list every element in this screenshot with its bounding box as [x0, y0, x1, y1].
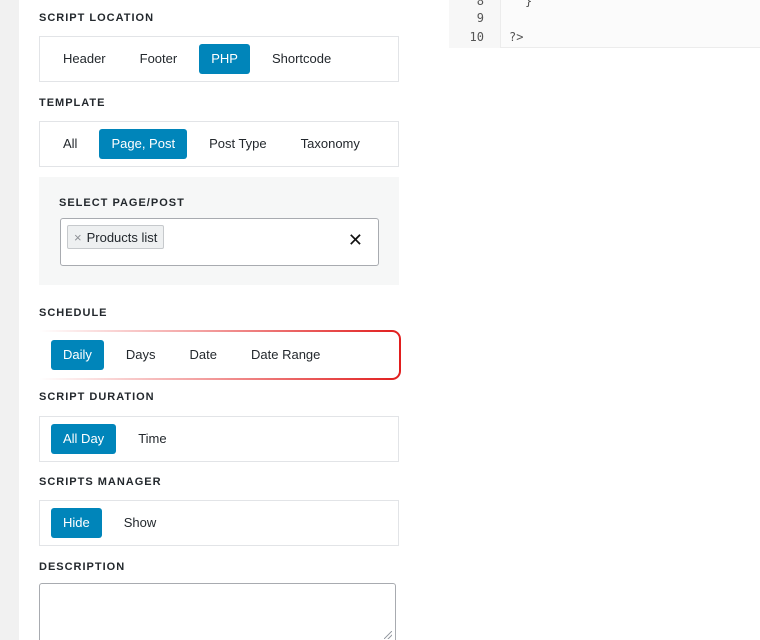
- line-number: 10: [469, 30, 484, 44]
- script-location-php-button[interactable]: PHP: [199, 44, 250, 74]
- schedule-highlight: Daily Days Date Date Range: [39, 330, 401, 380]
- duration-time-button[interactable]: Time: [126, 424, 178, 454]
- scripts-manager-group: Hide Show: [39, 500, 399, 546]
- remove-chip-icon[interactable]: ×: [74, 231, 82, 244]
- line-number: 8: [476, 0, 484, 8]
- schedule-days-button[interactable]: Days: [114, 340, 168, 370]
- template-taxonomy-button[interactable]: Taxonomy: [289, 129, 372, 159]
- scripts-manager-label: SCRIPTS MANAGER: [39, 476, 162, 488]
- clear-selection-icon[interactable]: ✕: [348, 231, 363, 249]
- line-number-gutter: 8 9 10: [449, 0, 501, 48]
- template-group: All Page, Post Post Type Taxonomy: [39, 121, 399, 167]
- admin-sidebar-edge: [0, 0, 19, 640]
- schedule-label: SCHEDULE: [39, 307, 108, 319]
- schedule-group: Daily Days Date Date Range: [39, 332, 399, 378]
- script-location-label: SCRIPT LOCATION: [39, 12, 155, 24]
- schedule-date-button[interactable]: Date: [178, 340, 229, 370]
- line-number: 9: [476, 11, 484, 25]
- code-line: }: [525, 0, 533, 8]
- code-editor[interactable]: 8 9 10 } ?>: [449, 0, 760, 48]
- script-location-group: Header Footer PHP Shortcode: [39, 36, 399, 82]
- script-duration-group: All Day Time: [39, 416, 399, 462]
- select-page-post-section: SELECT PAGE/POST × Products list ✕: [39, 177, 399, 285]
- select-page-post-label: SELECT PAGE/POST: [59, 197, 185, 209]
- template-all-button[interactable]: All: [51, 129, 89, 159]
- template-page-post-button[interactable]: Page, Post: [99, 129, 188, 159]
- manager-hide-button[interactable]: Hide: [51, 508, 102, 538]
- description-textarea[interactable]: [39, 583, 396, 640]
- script-location-footer-button[interactable]: Footer: [128, 44, 190, 74]
- template-post-type-button[interactable]: Post Type: [197, 129, 279, 159]
- description-label: DESCRIPTION: [39, 561, 126, 573]
- selected-chip: × Products list: [67, 225, 165, 249]
- template-label: TEMPLATE: [39, 97, 106, 109]
- chip-label: Products list: [86, 229, 158, 245]
- script-location-shortcode-button[interactable]: Shortcode: [260, 44, 343, 74]
- code-line: ?>: [509, 30, 524, 44]
- duration-all-day-button[interactable]: All Day: [51, 424, 117, 454]
- page-post-multiselect[interactable]: × Products list ✕: [60, 218, 379, 266]
- resize-grip-icon[interactable]: [384, 631, 392, 639]
- script-location-header-button[interactable]: Header: [51, 44, 118, 74]
- schedule-date-range-button[interactable]: Date Range: [239, 340, 332, 370]
- script-duration-label: SCRIPT DURATION: [39, 391, 155, 403]
- manager-show-button[interactable]: Show: [112, 508, 169, 538]
- schedule-daily-button[interactable]: Daily: [51, 340, 104, 370]
